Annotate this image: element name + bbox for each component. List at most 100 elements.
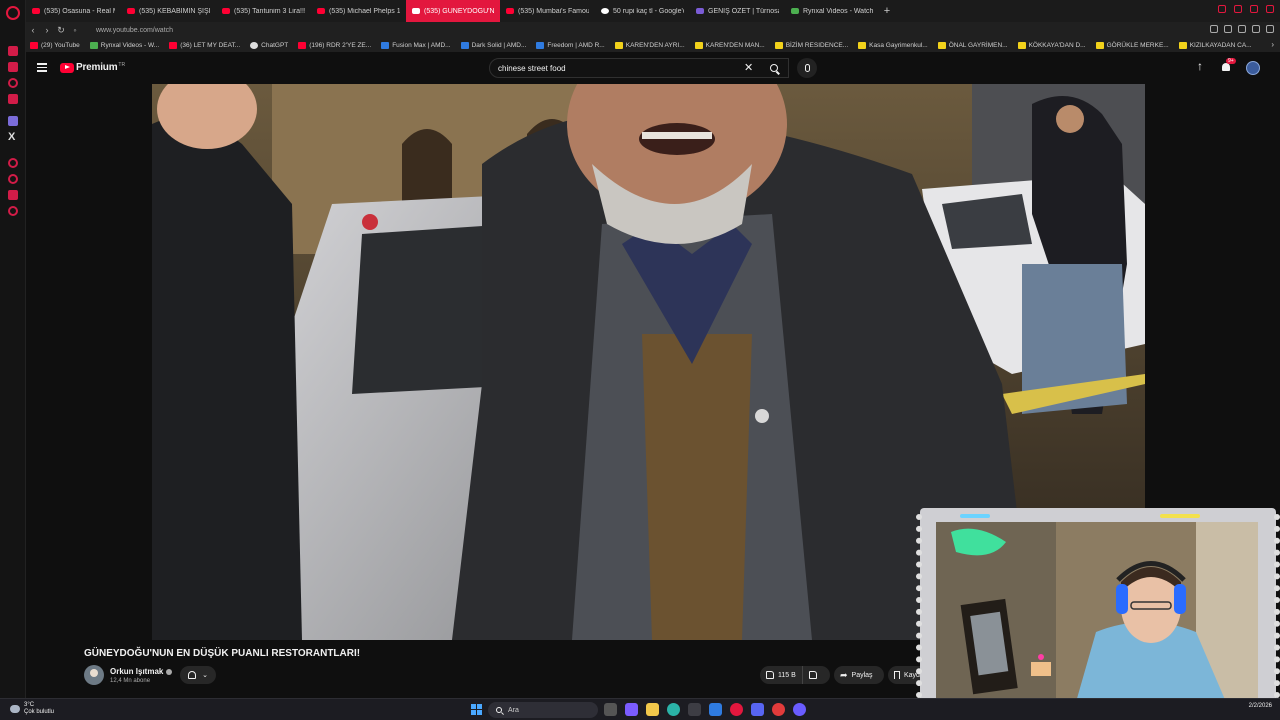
bookmark-item[interactable]: (196) RDR 2'YE ZE... <box>298 41 371 49</box>
search-tabs-icon[interactable] <box>1218 5 1226 13</box>
sidebar-twitch-icon[interactable] <box>8 116 18 126</box>
discord-icon[interactable] <box>751 703 764 716</box>
tab[interactable]: GENİŞ ÖZET | Türnosan K <box>690 0 785 22</box>
tab[interactable]: (535) Osasuna - Real Mad <box>26 0 121 22</box>
url-field[interactable]: www.youtube.com/watch <box>96 27 173 34</box>
bookmark-item[interactable]: Freedom | AMD R... <box>536 41 605 49</box>
voice-search-button[interactable] <box>797 58 817 78</box>
notification-badge: 9+ <box>1226 58 1236 64</box>
edge-icon[interactable] <box>667 703 680 716</box>
menu-icon[interactable] <box>37 63 47 72</box>
opera-gx-icon[interactable] <box>730 703 743 716</box>
webcam-image <box>936 522 1258 702</box>
tab[interactable]: (535) Tantunim 3 Lira!!! Ç <box>216 0 311 22</box>
youtube-icon <box>32 8 40 14</box>
minimize-icon[interactable] <box>1234 5 1242 13</box>
account-avatar[interactable] <box>1246 61 1260 75</box>
dislike-button[interactable] <box>803 671 823 679</box>
weather-widget[interactable]: 3°C Çok bulutlu <box>10 702 54 716</box>
search-button[interactable] <box>760 58 788 78</box>
bookmark-item[interactable]: ChatGPT <box>250 41 288 49</box>
sahibinden-icon <box>614 41 623 49</box>
bookmark-item[interactable]: (36) LET MY DEAT... <box>169 41 240 49</box>
bookmark-label: Rynxal Videos - W... <box>100 41 160 49</box>
bookmark-page-icon[interactable] <box>1224 25 1232 33</box>
snapshot-icon[interactable] <box>1210 25 1218 33</box>
sidebar-messenger-icon[interactable] <box>8 62 18 72</box>
bookmark-item[interactable]: Kasa Gayrimenkul... <box>858 41 928 49</box>
thumbs-up-icon <box>766 671 774 679</box>
close-window-icon[interactable] <box>1266 5 1274 13</box>
screen: X (535) Osasuna - Real Mad (535) KEBABIM… <box>0 0 1280 720</box>
maximize-icon[interactable] <box>1250 5 1258 13</box>
bookmark-item[interactable]: (29) YouTube <box>30 41 80 49</box>
bookmark-item[interactable]: KAREN'DEN AYRI... <box>614 41 685 49</box>
download-icon[interactable] <box>1266 25 1274 33</box>
sidebar-history-icon[interactable] <box>8 78 18 88</box>
tab[interactable]: Rynxal Videos - Watch On <box>785 0 880 22</box>
forward-icon[interactable]: › <box>40 25 54 35</box>
sidebar-settings-icon[interactable] <box>8 206 18 216</box>
sidebar-x-icon[interactable]: X <box>8 131 15 143</box>
sahibinden-icon <box>774 41 783 49</box>
back-icon[interactable]: ‹ <box>26 25 40 35</box>
tab-active[interactable]: (535) GÜNEYDOĞU'N <box>406 0 500 22</box>
tab[interactable]: (535) Michael Phelps 12,0 <box>311 0 406 22</box>
store-icon[interactable] <box>688 703 701 716</box>
channel-name[interactable]: Orkun Işıtmak <box>110 667 173 676</box>
taskbar-search[interactable]: Ara <box>488 702 598 718</box>
reload-icon[interactable]: ↻ <box>54 25 68 36</box>
channel-avatar[interactable] <box>84 665 104 685</box>
copilot-icon[interactable] <box>625 703 638 716</box>
bookmark-item[interactable]: GÖRÜKLE MERKE... <box>1095 41 1169 49</box>
new-tab-button[interactable]: + <box>880 5 894 17</box>
sahibinden-icon <box>937 41 946 49</box>
bookmark-item[interactable]: Dark Solid | AMD... <box>460 41 526 49</box>
sidebar-downloads-icon[interactable] <box>8 174 18 184</box>
search-icon <box>496 707 502 713</box>
bookmark-item[interactable]: Fusion Max | AMD... <box>381 41 451 49</box>
subscription-bell-button[interactable]: ⌄ <box>180 666 216 684</box>
clear-search-icon[interactable]: ✕ <box>744 61 753 74</box>
windows-start-icon[interactable] <box>471 704 482 715</box>
tab-bar: (535) Osasuna - Real Mad (535) KEBABIMIN… <box>26 0 1280 22</box>
bookmark-item[interactable]: KAREN'DEN MAN... <box>694 41 765 49</box>
file-explorer-icon[interactable] <box>646 703 659 716</box>
sidebar-chat-icon[interactable] <box>8 190 18 200</box>
bookmark-item[interactable]: Rynxal Videos - W... <box>89 41 160 49</box>
bookmark-item[interactable]: ÖNAL GAYRİMEN... <box>937 41 1008 49</box>
tab[interactable]: 50 rupi kaç tl - Google'da <box>595 0 690 22</box>
bell-icon <box>188 671 197 679</box>
system-tray-clock[interactable]: 2/2/2026 <box>1249 703 1272 710</box>
app-icon[interactable] <box>772 703 785 716</box>
mail-icon[interactable] <box>709 703 722 716</box>
upload-icon[interactable] <box>1196 59 1206 74</box>
like-button[interactable]: 115 B <box>760 666 803 684</box>
extensions-icon[interactable] <box>1238 25 1246 33</box>
sidebar-clock-icon[interactable] <box>8 158 18 168</box>
opera-logo-icon[interactable] <box>6 6 20 20</box>
tab-label: 50 rupi kaç tl - Google'da <box>613 7 684 15</box>
sidebar-bookmark-icon[interactable] <box>8 46 18 56</box>
sahibinden-icon <box>694 41 703 49</box>
app-icon[interactable] <box>793 703 806 716</box>
share-button[interactable]: ➦ Paylaş <box>834 666 884 684</box>
cloud-icon <box>10 705 20 713</box>
bookmarks-more-icon[interactable]: › <box>1271 40 1274 49</box>
bookmark-item[interactable]: BİZİM RESIDENCE... <box>774 41 848 49</box>
bookmark-item[interactable]: KÖKKAYA'DAN D... <box>1017 41 1086 49</box>
page-icon <box>696 8 704 14</box>
task-view-icon[interactable] <box>604 703 617 716</box>
sidebar-player-icon[interactable] <box>8 94 18 104</box>
bookmark-item[interactable]: KIZILKAYADAN CA... <box>1178 41 1252 49</box>
tab[interactable]: (535) Mumbai's Famous <box>500 0 595 22</box>
lock-icon[interactable]: ◦ <box>68 25 82 35</box>
youtube-icon <box>30 41 38 49</box>
youtube-logo[interactable]: Premium TR <box>60 62 125 73</box>
youtube-icon <box>298 41 307 49</box>
thumbs-down-icon <box>808 671 817 679</box>
address-tools <box>1210 25 1274 33</box>
notifications-bell-icon[interactable]: 9+ <box>1220 58 1236 74</box>
player-icon[interactable] <box>1252 25 1260 33</box>
tab[interactable]: (535) KEBABIMIN ŞİŞİ 2,5 <box>121 0 216 22</box>
